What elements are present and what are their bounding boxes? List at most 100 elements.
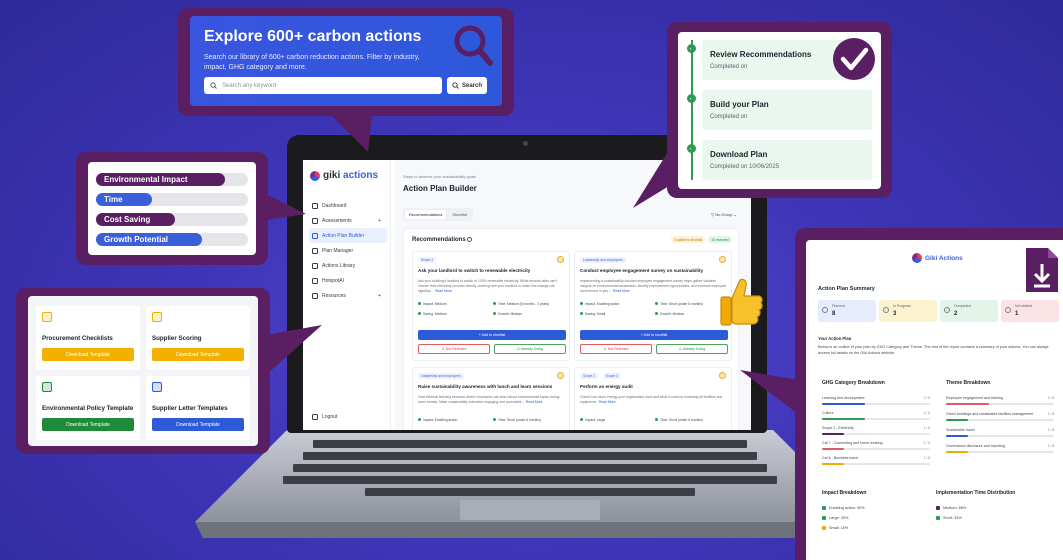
stat-value: 3	[893, 311, 897, 317]
add-to-shortlist-button[interactable]: + Add to shortlist	[418, 330, 566, 340]
stat-label: Planned	[832, 304, 845, 308]
breakdown-label: Scope 2 - Electricity	[822, 426, 854, 430]
breakdown-bar	[946, 403, 990, 405]
sidebar-item-label: Actions Library	[322, 262, 356, 269]
list-bullet-icon	[936, 506, 940, 510]
sidebar-item-assessments[interactable]: Assessments +	[309, 213, 387, 228]
step-title: Build your Plan	[710, 100, 769, 109]
recommendation-card: Leadership and employees Conduct employee…	[574, 251, 732, 361]
recommendation-card: Leadership and employees Raise sustainabi…	[412, 367, 570, 430]
breakdown-row: Sustainable travel 1 / 8	[946, 428, 1054, 437]
breakdown-row: Cat 7 - Commuting and home working 1 / 8	[822, 441, 930, 450]
summary-logo-text: Giki Actions	[925, 254, 963, 262]
step-status: Completed on	[710, 114, 748, 120]
breakdown-bar	[946, 435, 968, 437]
stat-label: Completed	[954, 304, 971, 308]
read-more-link[interactable]: Read More	[613, 289, 630, 293]
search-button[interactable]: Search	[447, 77, 487, 94]
tab-recommendations[interactable]: Recommendations	[405, 210, 447, 219]
logo-mark-icon	[310, 170, 320, 181]
breakdown-label: Sustainable travel	[946, 428, 975, 432]
card-title: Raise sustainability awareness with lunc…	[418, 384, 553, 389]
card-title: Ask your landlord to switch to renewable…	[418, 268, 531, 273]
stat-card: Not started 1	[1001, 300, 1059, 322]
stat-icon	[944, 307, 950, 313]
metric-icon	[655, 418, 658, 421]
breakdown-count: 2 / 8	[923, 396, 930, 400]
breakdown-list-text: Large: 33%	[829, 516, 849, 520]
search-title: Explore 600+ carbon actions	[204, 28, 422, 45]
sidebar-item-dashboard[interactable]: Dashboard	[309, 198, 387, 213]
read-more-link[interactable]: Read More	[526, 400, 543, 404]
card-metric-text: Impact: Enabling action	[423, 418, 458, 422]
sidebar-item-hotspotai[interactable]: HotspotAI	[309, 273, 387, 288]
template-tile: Procurement Checklists Download Template	[36, 306, 140, 370]
already-doing-button[interactable]: ◎ Already Doing	[656, 344, 728, 354]
list-bullet-icon	[936, 516, 940, 520]
step-status: Completed on 10/06/2025	[710, 164, 780, 170]
score-bar-fill: Cost Saving	[96, 213, 176, 226]
card-title: Perform an energy audit	[580, 384, 633, 389]
steps-caption: Steps to achieve your sustainability goa…	[403, 174, 477, 179]
download-template-button[interactable]: Download Template	[42, 418, 134, 431]
download-file-icon[interactable]	[1024, 246, 1060, 294]
breakdown-row: Cat 6 - Business travel 1 / 8	[822, 456, 930, 465]
already-doing-button[interactable]: ◎ Already Doing	[494, 344, 566, 354]
group-select-value: No Group	[715, 212, 733, 217]
score-bar-label: Growth Potential	[104, 235, 168, 244]
recommendations-title: Recommendations	[412, 237, 473, 243]
stat-icon	[883, 307, 889, 313]
not-relevant-button[interactable]: ✕ Not Relevant	[418, 344, 490, 354]
steps-callout-tail	[633, 150, 669, 208]
breakdown-label: Cat 7 - Commuting and home working	[822, 441, 883, 445]
read-more-link[interactable]: Read More	[435, 289, 452, 293]
app-logo[interactable]: giki actions	[310, 170, 378, 181]
metric-icon	[418, 312, 421, 315]
metric-icon	[580, 418, 583, 421]
breakdown-count: 1 / 8	[923, 426, 930, 430]
metric-icon	[418, 302, 421, 305]
card-description: Ask your building's landlord to switch t…	[418, 279, 566, 294]
score-bar-label: Time	[104, 195, 123, 204]
thumbs-up-icon	[720, 278, 763, 326]
panel-badges: 0 added to shortlist 16 reviewed	[671, 236, 732, 243]
breakdown-row: Scope 2 - Electricity 1 / 8	[822, 426, 930, 435]
template-title: Procurement Checklists	[42, 335, 113, 342]
sidebar-item-actions-library[interactable]: Actions Library	[309, 258, 387, 273]
laptop-camera	[523, 141, 528, 146]
stat-card: Completed 2	[940, 300, 998, 322]
step-connector	[691, 40, 693, 180]
card-metric: Growth: Medium	[493, 312, 522, 316]
template-title: Supplier Letter Templates	[152, 405, 228, 412]
sidebar-item-plan-manager[interactable]: Plan Manager	[309, 243, 387, 258]
logout-button[interactable]: Logout	[312, 414, 337, 420]
breakdown-bar	[822, 403, 866, 405]
breakdown-bar	[822, 463, 844, 465]
templates-card: Procurement Checklists Download Template S…	[28, 296, 258, 446]
download-template-button[interactable]: Download Template	[152, 418, 244, 431]
metric-icon	[580, 312, 583, 315]
sliders-icon	[312, 247, 318, 254]
download-template-button[interactable]: Download Template	[42, 348, 134, 361]
expand-icon: +	[378, 292, 381, 299]
logo-text-pre: giki	[323, 170, 341, 181]
card-metric-text: Time: Short (under 6 months)	[660, 418, 703, 422]
info-icon[interactable]	[467, 237, 473, 242]
score-bar-label: Cost Saving	[104, 215, 151, 224]
logout-label: Logout	[322, 414, 338, 420]
search-card: Explore 600+ carbon actions Search our l…	[190, 16, 502, 106]
search-icon	[210, 82, 217, 89]
clipboard-icon	[312, 217, 318, 224]
card-metric: Time: Short (under 6 months)	[655, 418, 703, 422]
plan-text: Below is an outline of your plan by GHG …	[818, 345, 1049, 355]
sidebar-item-action-plan-builder[interactable]: Action Plan Builder	[309, 228, 387, 243]
read-more-link[interactable]: Read More	[599, 400, 616, 404]
search-input[interactable]: Search any keyword	[204, 77, 442, 94]
tab-shortlist[interactable]: Shortlist	[448, 210, 470, 219]
download-template-button[interactable]: Download Template	[152, 348, 244, 361]
sidebar-item-resources[interactable]: Resources +	[309, 288, 387, 303]
metric-icon	[493, 312, 496, 315]
not-relevant-button[interactable]: ✕ Not Relevant	[580, 344, 652, 354]
add-to-shortlist-button[interactable]: + Add to shortlist	[580, 330, 728, 340]
group-select[interactable]: ▽ No Group ⌄	[711, 212, 737, 217]
